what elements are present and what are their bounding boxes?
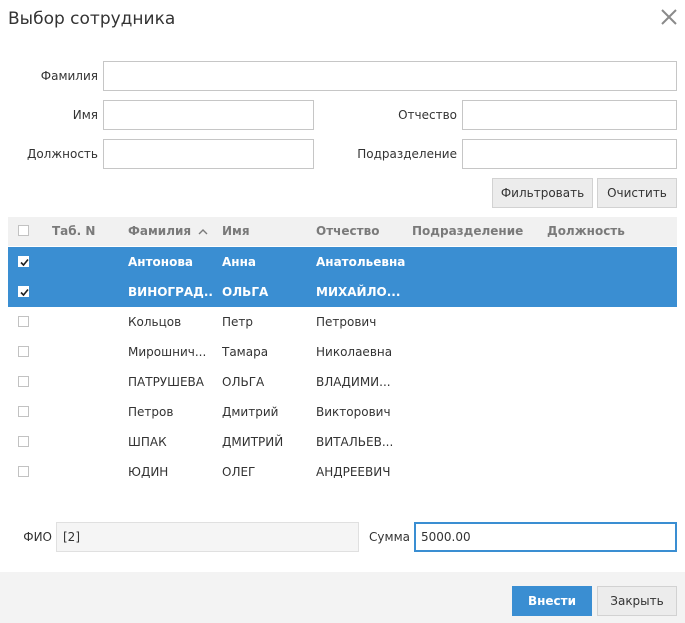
cell-position bbox=[547, 247, 667, 277]
cell-position bbox=[547, 277, 667, 307]
row-checkbox[interactable] bbox=[18, 316, 29, 327]
cell-position bbox=[547, 397, 667, 427]
cell-tab-n bbox=[52, 337, 122, 367]
cell-tab-n bbox=[52, 247, 122, 277]
close-button[interactable]: Закрыть bbox=[597, 586, 677, 616]
cell-patronymic: ВИТАЛЬЕВ... bbox=[316, 435, 394, 449]
column-header-name[interactable]: Имя bbox=[222, 217, 312, 246]
check-icon bbox=[20, 258, 29, 267]
position-label: Должность bbox=[26, 147, 98, 161]
row-checkbox[interactable] bbox=[18, 256, 29, 267]
dialog-footer: Внести Закрыть bbox=[0, 572, 685, 623]
select-all-checkbox[interactable] bbox=[18, 225, 29, 236]
patronymic-filter-input[interactable] bbox=[462, 100, 677, 130]
cell-name: ОЛЬГА bbox=[222, 285, 269, 299]
cell-surname: ШПАК bbox=[128, 435, 167, 449]
cell-tab-n bbox=[52, 367, 122, 397]
cell-position bbox=[547, 427, 667, 457]
row-checkbox[interactable] bbox=[18, 346, 29, 357]
cell-department bbox=[412, 337, 542, 367]
department-filter-input[interactable] bbox=[462, 139, 677, 169]
cell-patronymic: МИХАЙЛО... bbox=[316, 285, 401, 299]
row-checkbox[interactable] bbox=[18, 406, 29, 417]
patronymic-label: Отчество bbox=[398, 108, 457, 122]
row-checkbox[interactable] bbox=[18, 286, 29, 297]
cell-tab-n bbox=[52, 277, 122, 307]
column-header-surname[interactable]: Фамилия bbox=[128, 217, 218, 246]
fio-label: ФИО bbox=[23, 530, 52, 544]
cell-surname: ПАТРУШЕВА bbox=[128, 375, 204, 389]
cell-surname: Кольцов bbox=[128, 315, 182, 329]
submit-button[interactable]: Внести bbox=[512, 586, 592, 616]
cell-position bbox=[547, 307, 667, 337]
row-checkbox[interactable] bbox=[18, 466, 29, 477]
cell-surname: Антонова bbox=[128, 255, 194, 269]
cell-surname: Петров bbox=[128, 405, 174, 419]
column-header-position[interactable]: Должность bbox=[547, 217, 667, 246]
cell-name: ДМИТРИЙ bbox=[222, 435, 284, 449]
cell-surname: Мирошнич... bbox=[128, 345, 207, 359]
cell-name: Тамара bbox=[222, 345, 269, 359]
cell-department bbox=[412, 307, 542, 337]
check-icon bbox=[20, 288, 29, 297]
cell-position bbox=[547, 337, 667, 367]
column-header-tab-n[interactable]: Таб. N bbox=[52, 217, 122, 246]
cell-patronymic: ВЛАДИМИ... bbox=[316, 375, 391, 389]
cell-name: Дмитрий bbox=[222, 405, 279, 419]
position-filter-input[interactable] bbox=[103, 139, 314, 169]
cell-tab-n bbox=[52, 307, 122, 337]
sum-input[interactable] bbox=[414, 522, 677, 552]
dialog-title: Выбор сотрудника bbox=[8, 9, 176, 29]
cell-tab-n bbox=[52, 397, 122, 427]
filter-button[interactable]: Фильтровать bbox=[492, 178, 593, 208]
row-checkbox[interactable] bbox=[18, 436, 29, 447]
table-row[interactable]: Петров Дмитрий Викторович bbox=[8, 397, 677, 427]
cell-position bbox=[547, 367, 667, 397]
cell-name: Петр bbox=[222, 315, 254, 329]
column-header-patronymic[interactable]: Отчество bbox=[316, 217, 406, 246]
table-row[interactable]: ПАТРУШЕВА ОЛЬГА ВЛАДИМИ... bbox=[8, 367, 677, 397]
cell-position bbox=[547, 457, 667, 487]
chevron-up-icon bbox=[198, 228, 208, 234]
cell-name: Анна bbox=[222, 255, 256, 269]
table-row[interactable]: ЮДИН ОЛЕГ АНДРЕЕВИЧ bbox=[8, 457, 677, 487]
cell-patronymic: Анатольевна bbox=[316, 255, 406, 269]
cell-surname: ЮДИН bbox=[128, 465, 169, 479]
cell-name: ОЛЬГА bbox=[222, 375, 265, 389]
column-header-department[interactable]: Подразделение bbox=[412, 217, 542, 246]
cell-surname: ВИНОГРАД... bbox=[128, 285, 212, 299]
table-row[interactable]: Кольцов Петр Петрович bbox=[8, 307, 677, 337]
cell-tab-n bbox=[52, 457, 122, 487]
table-row[interactable]: ВИНОГРАД... ОЛЬГА МИХАЙЛО... bbox=[8, 277, 677, 307]
cell-department bbox=[412, 367, 542, 397]
sum-label: Сумма bbox=[369, 530, 410, 544]
name-filter-input[interactable] bbox=[103, 100, 314, 130]
table-row[interactable]: Антонова Анна Анатольевна bbox=[8, 247, 677, 277]
department-label: Подразделение bbox=[357, 147, 457, 161]
cell-department bbox=[412, 397, 542, 427]
cell-patronymic: АНДРЕЕВИЧ bbox=[316, 465, 391, 479]
cell-name: ОЛЕГ bbox=[222, 465, 256, 479]
name-label: Имя bbox=[72, 108, 98, 122]
cell-department bbox=[412, 427, 542, 457]
fio-field bbox=[56, 522, 359, 552]
cell-patronymic: Петрович bbox=[316, 315, 377, 329]
cell-department bbox=[412, 247, 542, 277]
close-icon[interactable] bbox=[658, 6, 680, 28]
row-checkbox[interactable] bbox=[18, 376, 29, 387]
cell-patronymic: Викторович bbox=[316, 405, 391, 419]
cell-department bbox=[412, 277, 542, 307]
surname-label: Фамилия bbox=[40, 69, 98, 83]
table-row[interactable]: Мирошнич... Тамара Николаевна bbox=[8, 337, 677, 367]
cell-department bbox=[412, 457, 542, 487]
clear-button[interactable]: Очистить bbox=[597, 178, 677, 208]
employee-grid: Таб. N Фамилия Имя Отчество Подразделени… bbox=[8, 217, 677, 497]
surname-filter-input[interactable] bbox=[103, 61, 677, 91]
grid-header: Таб. N Фамилия Имя Отчество Подразделени… bbox=[8, 217, 677, 246]
cell-patronymic: Николаевна bbox=[316, 345, 393, 359]
table-row[interactable]: ШПАК ДМИТРИЙ ВИТАЛЬЕВ... bbox=[8, 427, 677, 457]
cell-tab-n bbox=[52, 427, 122, 457]
column-header-surname-label: Фамилия bbox=[128, 224, 192, 238]
